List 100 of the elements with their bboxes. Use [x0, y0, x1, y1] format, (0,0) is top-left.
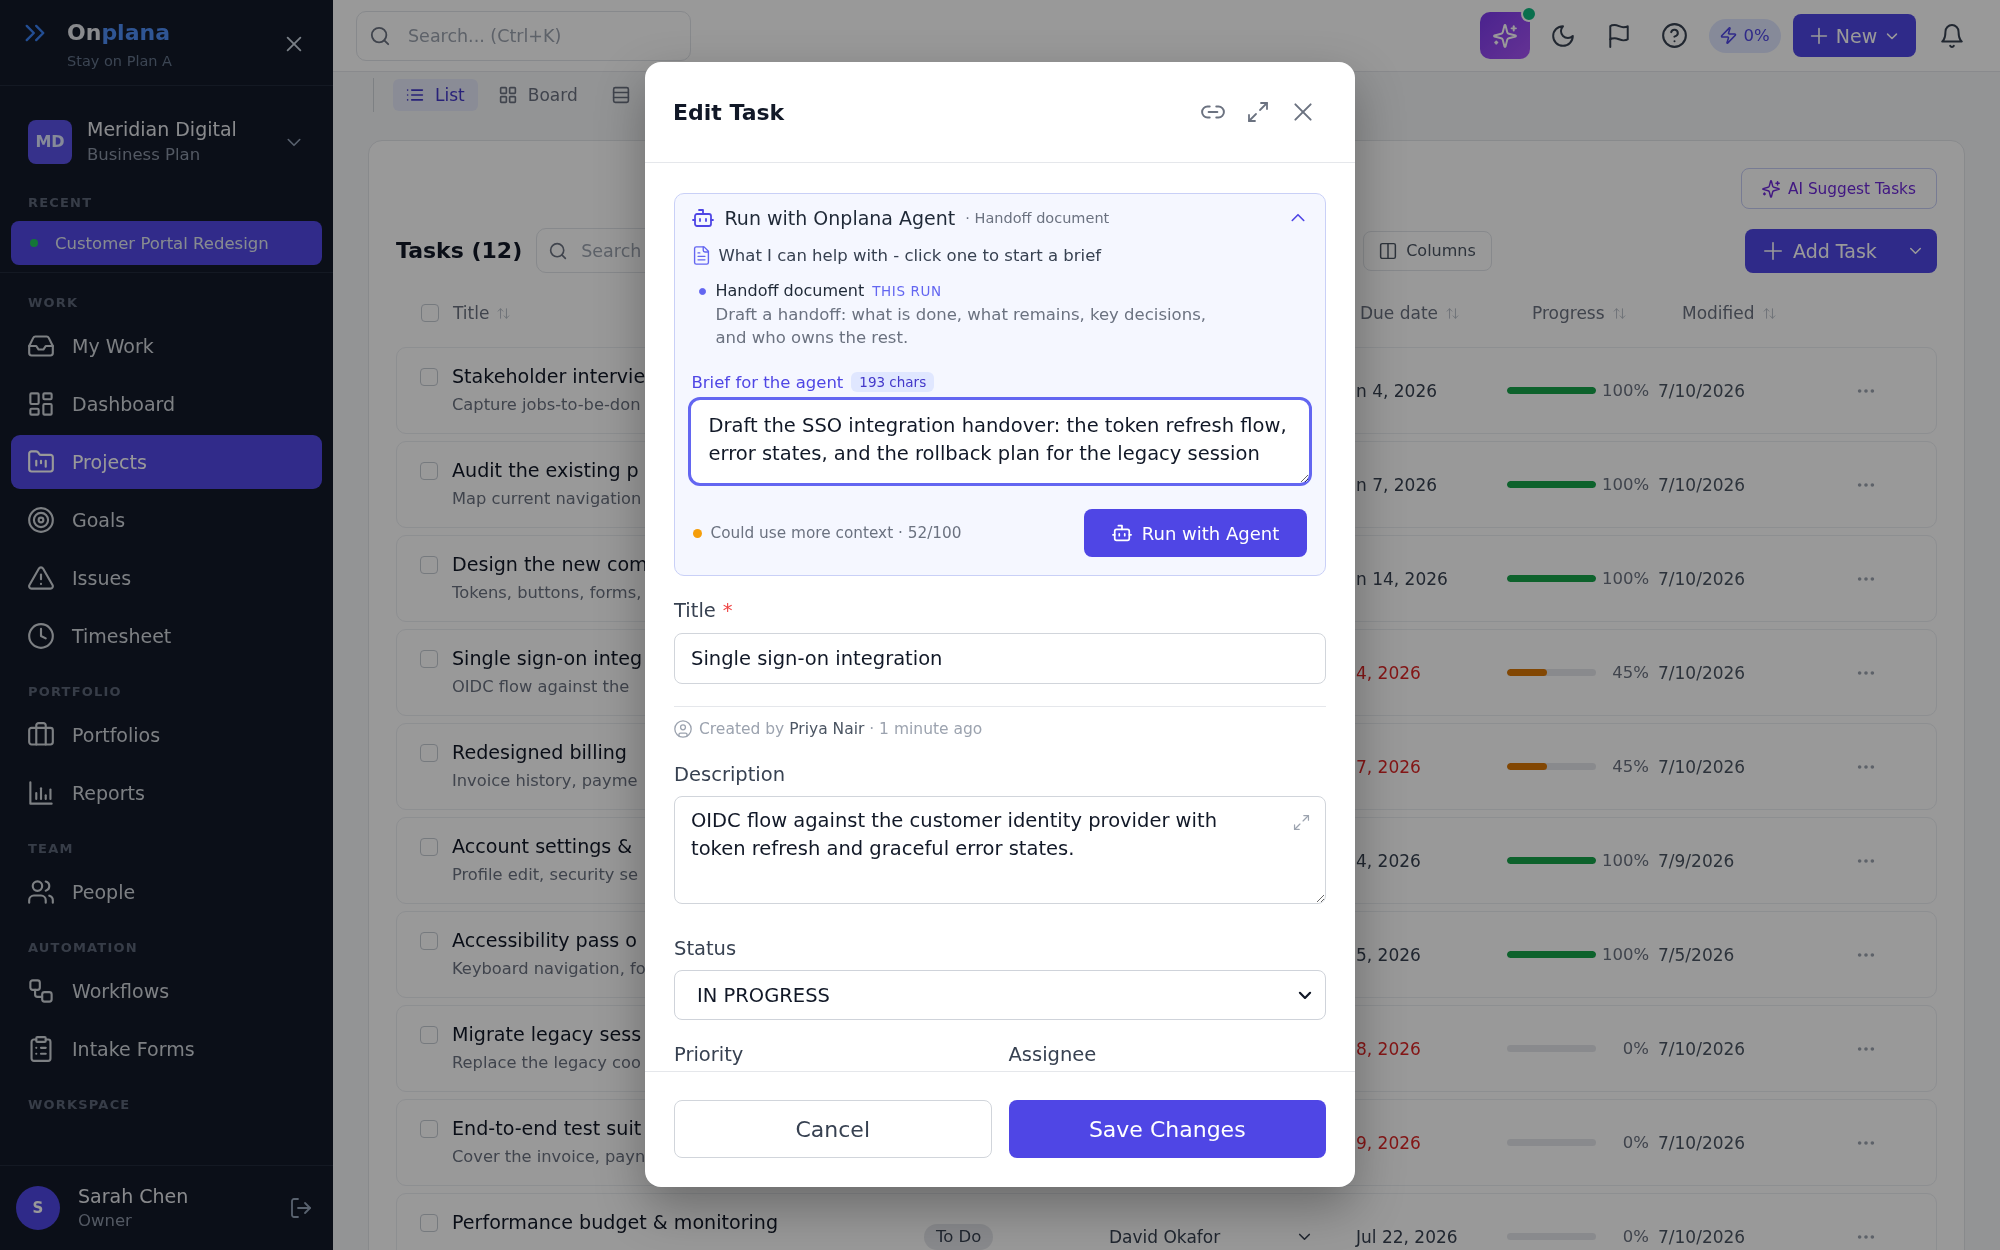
- recent-project-item[interactable]: Customer Portal Redesign: [11, 221, 322, 265]
- cancel-button[interactable]: Cancel: [674, 1100, 992, 1158]
- row-checkbox[interactable]: [420, 1120, 438, 1138]
- char-count-badge: 193 chars: [851, 372, 935, 392]
- usage-button[interactable]: 0%: [1709, 18, 1781, 53]
- nav-item[interactable]: Portfolios: [11, 708, 322, 762]
- nav-item[interactable]: Projects: [11, 435, 322, 489]
- row-checkbox[interactable]: [420, 1214, 438, 1232]
- brand-name: Onplana: [67, 19, 171, 46]
- due-date: 7, 2026: [1356, 756, 1421, 777]
- plus-icon: [1809, 26, 1828, 45]
- column-header[interactable]: Modified: [1682, 303, 1776, 323]
- bar-chart-icon: [28, 780, 54, 806]
- column-header[interactable]: Progress: [1532, 303, 1626, 323]
- task-title[interactable]: Performance budget & monitoring: [452, 1211, 779, 1235]
- progress-percent: 100%: [1602, 569, 1649, 588]
- new-button[interactable]: New: [1793, 14, 1916, 57]
- column-header[interactable]: Due date: [1360, 303, 1460, 323]
- nav-item[interactable]: Dashboard: [11, 377, 322, 431]
- ai-suggest-button[interactable]: AI Suggest Tasks: [1741, 168, 1937, 209]
- plus-icon: [1763, 240, 1783, 261]
- task-description: Capture jobs-to-be-don: [452, 394, 641, 416]
- view-tab[interactable]: List: [393, 79, 478, 111]
- task-title[interactable]: Stakeholder intervie: [452, 365, 646, 389]
- brief-field[interactable]: Draft the SSO integration handover: the token refresh flow, error states, and the rollback plan for the legacy session: [687, 397, 1312, 486]
- task-title[interactable]: Migrate legacy sess: [452, 1023, 642, 1047]
- row-checkbox[interactable]: [420, 556, 438, 574]
- modified-date: 7/9/2026: [1658, 850, 1736, 871]
- assignee-select[interactable]: David Okafor: [1109, 1226, 1312, 1247]
- modified-date: 7/10/2026: [1658, 474, 1747, 495]
- brief-label: Brief for the agent: [691, 372, 844, 392]
- save-button[interactable]: Save Changes: [1008, 1100, 1326, 1158]
- status-select[interactable]: IN PROGRESS: [674, 970, 1326, 1020]
- clipboard-icon: [28, 1036, 54, 1062]
- brief-option[interactable]: Handoff document: [715, 280, 865, 302]
- created-info: Created by Priya Nair · 1 minute ago: [699, 720, 983, 738]
- field-label: Assignee: [1008, 1043, 1097, 1067]
- nav-item[interactable]: Issues: [11, 551, 322, 605]
- grid-icon: [498, 86, 517, 104]
- flag-icon[interactable]: [1607, 23, 1631, 48]
- workspace-name[interactable]: Meridian Digital: [87, 117, 237, 141]
- progress-percent: 45%: [1611, 663, 1649, 682]
- dialog-title: Edit Task: [673, 99, 785, 125]
- row-checkbox[interactable]: [420, 744, 438, 762]
- folder-icon: [28, 449, 54, 475]
- help-icon[interactable]: [1662, 23, 1687, 48]
- sparkle-icon: [1762, 179, 1781, 198]
- tasks-heading: Tasks (12): [396, 238, 523, 263]
- title-input[interactable]: Single sign-on integration: [674, 633, 1326, 684]
- nav-item[interactable]: My Work: [11, 319, 322, 373]
- due-date: 8, 2026: [1356, 1038, 1421, 1059]
- target-icon: [28, 507, 54, 533]
- due-date: n 4, 2026: [1356, 380, 1438, 401]
- run-agent-button[interactable]: Run with Agent: [1084, 509, 1307, 557]
- close-icon[interactable]: [284, 34, 304, 54]
- due-date: 4, 2026: [1356, 662, 1421, 683]
- expand-icon[interactable]: [1293, 814, 1310, 831]
- nav-item[interactable]: Goals: [11, 493, 322, 547]
- row-checkbox[interactable]: [420, 462, 438, 480]
- warning-icon: [28, 565, 54, 591]
- modified-date: 7/10/2026: [1658, 568, 1747, 589]
- progress-percent: 45%: [1611, 757, 1649, 776]
- bell-icon[interactable]: [1940, 23, 1964, 48]
- logout-icon[interactable]: [290, 1197, 312, 1219]
- row-checkbox[interactable]: [420, 838, 438, 856]
- task-title[interactable]: Redesigned billing: [452, 741, 627, 765]
- task-title[interactable]: Single sign-on integ: [452, 647, 643, 671]
- column-header[interactable]: Title: [453, 303, 511, 323]
- search-field[interactable]: Search... (Ctrl+K): [356, 10, 691, 61]
- columns-button[interactable]: Columns: [1363, 230, 1492, 271]
- row-checkbox[interactable]: [420, 932, 438, 950]
- progress-percent: 0%: [1621, 1039, 1649, 1058]
- task-title[interactable]: Audit the existing p: [452, 459, 639, 483]
- due-date: 9, 2026: [1356, 1132, 1421, 1153]
- view-tab[interactable]: Board: [485, 79, 591, 111]
- row-checkbox[interactable]: [420, 1026, 438, 1044]
- nav-item[interactable]: People: [11, 865, 322, 919]
- nav-item[interactable]: Timesheet: [11, 609, 322, 663]
- row-checkbox[interactable]: [420, 650, 438, 668]
- task-description: Keyboard navigation, fo: [452, 958, 646, 980]
- task-title[interactable]: End-to-end test suit: [452, 1117, 642, 1141]
- status-pill[interactable]: To Do: [924, 1223, 994, 1250]
- user-avatar[interactable]: S: [16, 1186, 60, 1230]
- nav-item[interactable]: Workflows: [11, 964, 322, 1018]
- moon-icon[interactable]: [1551, 23, 1575, 48]
- sparkle-icon: [1493, 23, 1517, 48]
- task-title[interactable]: Accessibility pass o: [452, 929, 638, 953]
- nav-item[interactable]: Reports: [11, 766, 322, 820]
- ai-assistant-button[interactable]: [1480, 12, 1530, 59]
- workspace-avatar[interactable]: MD: [28, 119, 72, 164]
- row-checkbox[interactable]: [420, 368, 438, 386]
- close-icon[interactable]: [1291, 100, 1315, 124]
- select-all-checkbox[interactable]: [421, 304, 439, 322]
- expand-icon[interactable]: [1247, 101, 1269, 123]
- nav-item[interactable]: Intake Forms: [11, 1022, 322, 1076]
- task-description: Replace the legacy coo: [452, 1052, 641, 1074]
- briefcase-icon: [28, 722, 54, 748]
- due-date: n 14, 2026: [1356, 568, 1448, 589]
- task-title[interactable]: Account settings &: [452, 835, 633, 859]
- description-field[interactable]: OIDC flow against the customer identity provider with token refresh and graceful error states.: [674, 796, 1326, 904]
